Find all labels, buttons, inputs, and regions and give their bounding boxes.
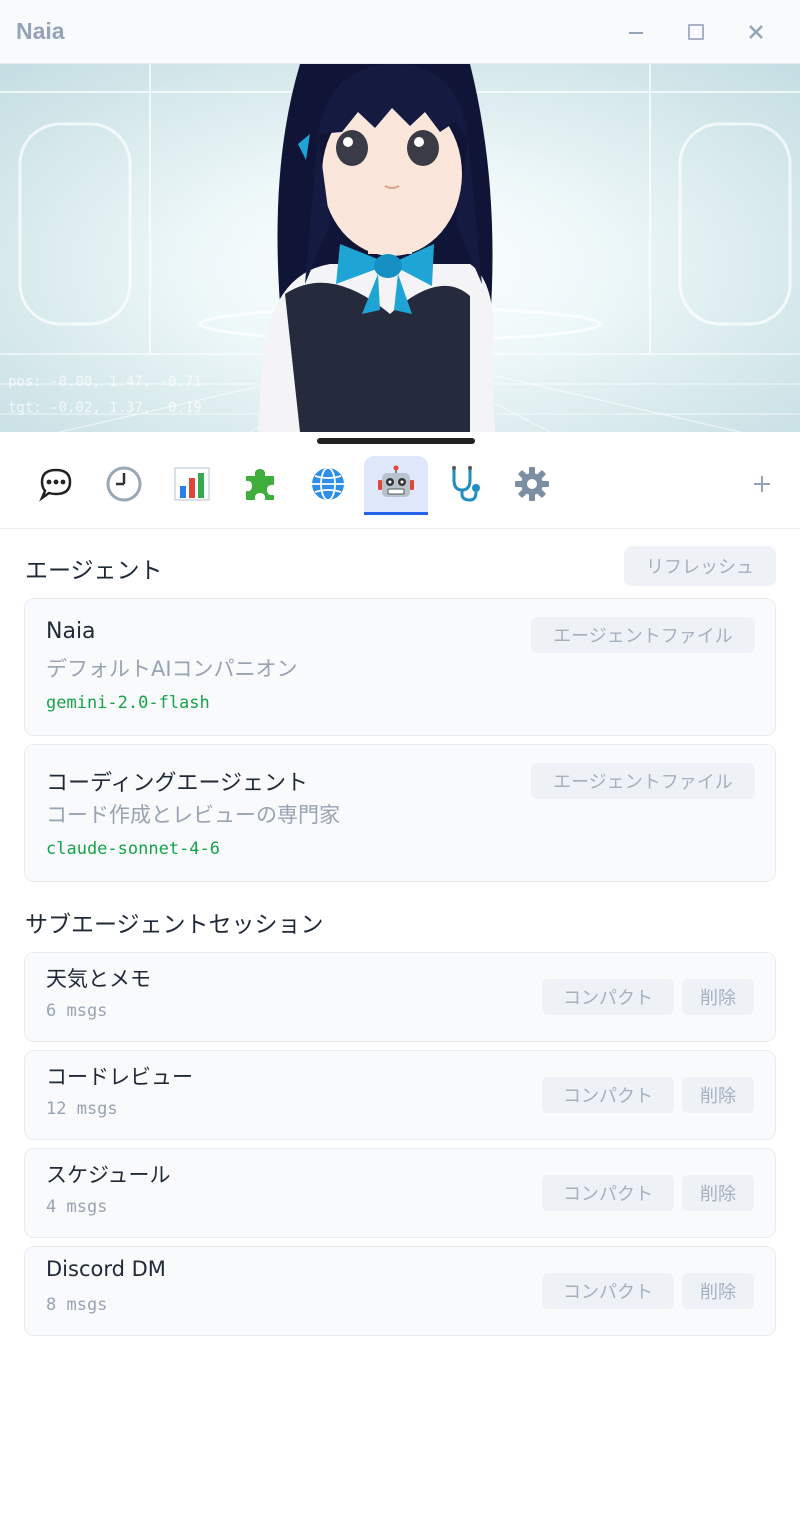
delete-button[interactable]: 削除 xyxy=(682,1273,754,1309)
window-title: Naia xyxy=(16,18,65,44)
chat-bubble-icon xyxy=(39,468,72,502)
sessions-section-title: サブエージェントセッション xyxy=(25,912,324,938)
tab-diagnostics[interactable] xyxy=(432,456,496,512)
agent-card: Naia デフォルトAIコンパニオン gemini-2.0-flash エージェ… xyxy=(24,598,776,736)
avatar-viewport[interactable]: pos: -0.00, 1.47, -0.71 tgt: -0.02, 1.37… xyxy=(0,64,800,432)
compact-button[interactable]: コンパクト xyxy=(542,1273,674,1309)
clock-icon xyxy=(106,466,142,502)
delete-button[interactable]: 削除 xyxy=(682,1175,754,1211)
maximize-icon xyxy=(688,24,704,40)
refresh-button[interactable]: リフレッシュ xyxy=(624,546,776,586)
minimize-button[interactable] xyxy=(614,10,658,54)
maximize-button[interactable] xyxy=(674,10,718,54)
session-name: Discord DM xyxy=(46,1257,166,1281)
delete-button[interactable]: 削除 xyxy=(682,979,754,1015)
puzzle-icon xyxy=(246,469,274,500)
agent-description: コード作成とレビューの専門家 xyxy=(46,803,340,827)
agent-file-button[interactable]: エージェントファイル xyxy=(531,763,755,799)
compact-button[interactable]: コンパクト xyxy=(542,1175,674,1211)
minimize-icon xyxy=(629,32,643,34)
title-bar: Naia xyxy=(0,0,800,64)
session-message-count: 6 msgs xyxy=(46,1001,108,1021)
agent-file-button[interactable]: エージェントファイル xyxy=(531,617,755,653)
session-message-count: 12 msgs xyxy=(46,1099,118,1119)
robot-icon xyxy=(378,465,414,497)
agents-section-title: エージェント xyxy=(25,558,163,584)
session-card: スケジュール 4 msgs コンパクト 削除 xyxy=(24,1148,776,1238)
close-button[interactable] xyxy=(734,10,778,54)
tab-web[interactable] xyxy=(296,456,360,512)
plus-icon xyxy=(754,476,770,492)
agent-description: デフォルトAIコンパニオン xyxy=(46,657,298,681)
session-card: Discord DM 8 msgs コンパクト 削除 xyxy=(24,1246,776,1336)
camera-target-readout: tgt: -0.02, 1.37, -0.19 xyxy=(8,400,202,416)
tab-agents[interactable] xyxy=(364,456,428,515)
close-icon xyxy=(749,25,763,39)
delete-button[interactable]: 削除 xyxy=(682,1077,754,1113)
agent-name: Naia xyxy=(46,619,96,644)
session-name: 天気とメモ xyxy=(46,967,151,991)
tab-settings[interactable] xyxy=(500,456,564,512)
gear-icon xyxy=(515,467,549,501)
session-name: コードレビュー xyxy=(46,1065,193,1089)
session-card: 天気とメモ 6 msgs コンパクト 削除 xyxy=(24,952,776,1042)
globe-icon xyxy=(312,467,344,501)
bar-chart-icon xyxy=(174,467,210,501)
camera-position-readout: pos: -0.00, 1.47, -0.71 xyxy=(8,374,202,390)
agent-model: claude-sonnet-4-6 xyxy=(46,839,220,859)
compact-button[interactable]: コンパクト xyxy=(542,979,674,1015)
tab-chat[interactable] xyxy=(24,456,88,512)
session-message-count: 4 msgs xyxy=(46,1197,108,1217)
tab-history[interactable] xyxy=(92,456,156,512)
stethoscope-icon xyxy=(452,466,480,502)
agent-model: gemini-2.0-flash xyxy=(46,693,210,713)
tab-plugins[interactable] xyxy=(228,456,292,512)
compact-button[interactable]: コンパクト xyxy=(542,1077,674,1113)
session-card: コードレビュー 12 msgs コンパクト 削除 xyxy=(24,1050,776,1140)
tab-stats[interactable] xyxy=(160,456,224,512)
agent-card: コーディングエージェント コード作成とレビューの専門家 claude-sonne… xyxy=(24,744,776,882)
session-message-count: 8 msgs xyxy=(46,1295,108,1315)
agent-name: コーディングエージェント xyxy=(46,771,309,796)
session-name: スケジュール xyxy=(46,1163,171,1187)
add-tab-button[interactable] xyxy=(742,464,782,504)
